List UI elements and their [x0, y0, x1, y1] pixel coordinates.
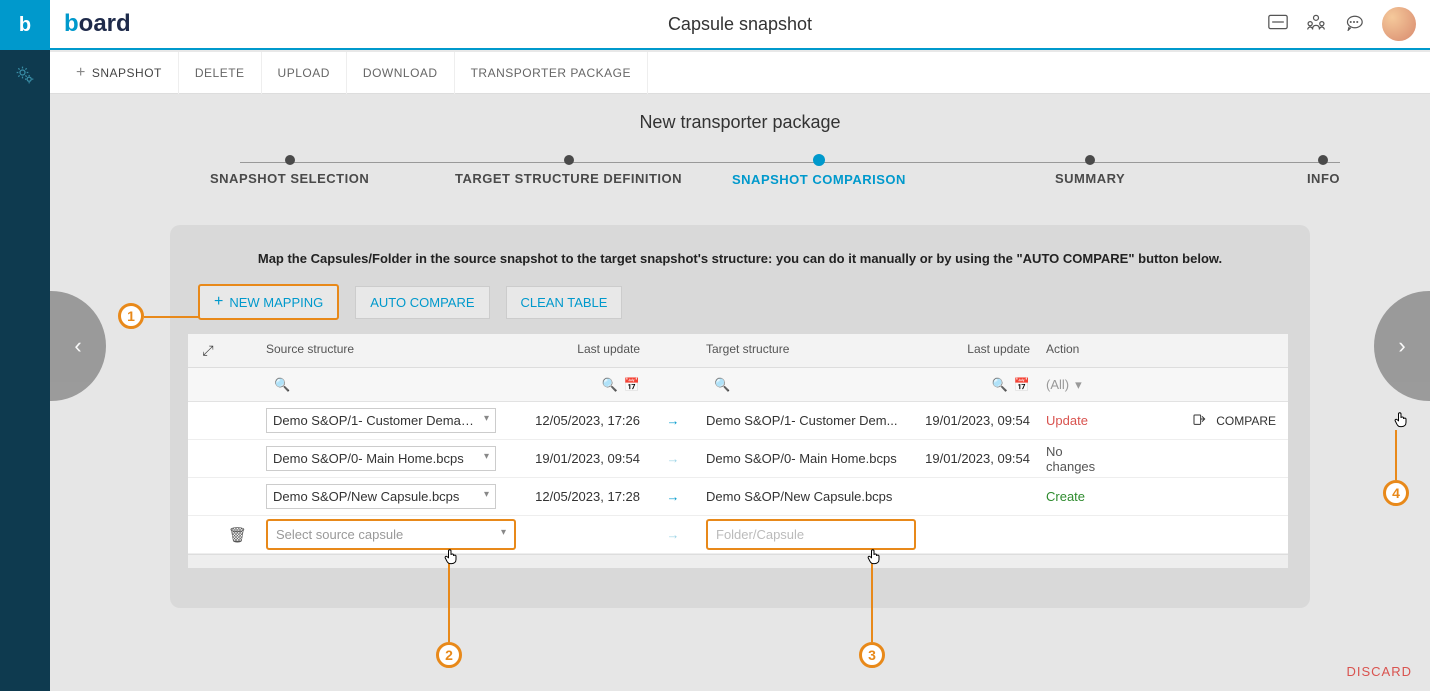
cursor-hand-icon — [1391, 408, 1411, 430]
target-update — [908, 489, 1038, 505]
col-action: Action — [1038, 334, 1118, 367]
new-mapping-button[interactable]: +NEW MAPPING — [198, 284, 339, 320]
transporter-package-button[interactable]: TRANSPORTER PACKAGE — [455, 52, 648, 94]
target-capsule-input[interactable]: Folder/Capsule — [706, 519, 916, 550]
source-capsule-select[interactable]: Demo S&OP/1- Customer Deman... — [266, 408, 496, 433]
panel-description: Map the Capsules/Folder in the source sn… — [188, 245, 1292, 284]
cursor-hand-icon — [864, 545, 884, 567]
col-source-update: Last update — [518, 334, 648, 367]
table-row: Demo S&OP/1- Customer Deman... 12/05/202… — [188, 402, 1288, 440]
action-label: No changes — [1038, 436, 1118, 482]
compare-button[interactable]: COMPARE — [1118, 405, 1288, 437]
search-icon[interactable]: 🔍 — [992, 377, 1008, 393]
source-update: 12/05/2023, 17:26 — [518, 405, 648, 436]
source-capsule-select[interactable]: Demo S&OP/0- Main Home.bcps — [266, 446, 496, 471]
avatar[interactable] — [1382, 7, 1416, 41]
annotation-badge-4: 4 — [1383, 480, 1409, 506]
step-snapshot-comparison[interactable]: SNAPSHOT COMPARISON — [732, 155, 906, 187]
auto-compare-button[interactable]: AUTO COMPARE — [355, 286, 489, 319]
clean-table-button[interactable]: CLEAN TABLE — [506, 286, 623, 319]
annotation-badge-3: 3 — [859, 642, 885, 668]
plus-icon: + — [214, 294, 223, 310]
brand-logo: board — [64, 10, 131, 38]
card-icon[interactable] — [1268, 14, 1288, 35]
chevron-down-icon: ▾ — [1075, 377, 1082, 393]
source-update: 19/01/2023, 09:54 — [518, 443, 648, 474]
action-label: Create — [1038, 481, 1118, 512]
search-icon[interactable]: 🔍 — [602, 377, 618, 393]
settings-gears-icon[interactable] — [0, 50, 50, 100]
annotation-badge-1: 1 — [118, 303, 144, 329]
step-snapshot-selection[interactable]: SNAPSHOT SELECTION — [210, 155, 369, 186]
wizard-title: New transporter package — [50, 94, 1430, 155]
delete-row-icon[interactable]: 🗑 — [228, 527, 247, 544]
target-capsule: Demo S&OP/New Capsule.bcps — [698, 481, 908, 512]
step-target-structure[interactable]: TARGET STRUCTURE DEFINITION — [455, 155, 682, 186]
action-toolbar: +SNAPSHOT DELETE UPLOAD DOWNLOAD TRANSPO… — [50, 52, 1430, 94]
search-icon[interactable]: 🔍 — [266, 377, 298, 392]
delete-button[interactable]: DELETE — [179, 52, 262, 94]
expand-icon[interactable]: ⤢ — [202, 342, 213, 358]
snapshot-button[interactable]: +SNAPSHOT — [60, 52, 179, 94]
col-target: Target structure — [698, 334, 908, 367]
cursor-hand-icon — [441, 545, 461, 567]
action-filter[interactable]: (All)▾ — [1038, 369, 1118, 401]
col-source: Source structure — [258, 334, 518, 367]
new-mapping-row: 🗑 Select source capsule → Folder/Capsule — [188, 516, 1288, 554]
wizard-stepper: SNAPSHOT SELECTION TARGET STRUCTURE DEFI… — [110, 155, 1370, 203]
mapping-table: ⤢ Source structure Last update Target st… — [188, 334, 1288, 568]
calendar-icon[interactable]: 📅 — [624, 377, 640, 393]
chat-icon[interactable] — [1344, 13, 1364, 36]
calendar-icon[interactable]: 📅 — [1014, 377, 1030, 393]
discard-button[interactable]: DISCARD — [1346, 664, 1412, 679]
arrow-icon: → — [648, 451, 698, 466]
download-button[interactable]: DOWNLOAD — [347, 52, 455, 94]
source-update: 12/05/2023, 17:28 — [518, 481, 648, 512]
upload-button[interactable]: UPLOAD — [262, 52, 347, 94]
arrow-icon: → — [648, 527, 698, 542]
compare-icon — [1192, 413, 1208, 429]
step-summary[interactable]: SUMMARY — [1055, 155, 1125, 186]
target-capsule: Demo S&OP/1- Customer Dem... — [698, 405, 908, 436]
community-icon[interactable] — [1306, 13, 1326, 36]
step-info[interactable]: INFO — [1307, 155, 1340, 186]
action-label: Update — [1038, 405, 1118, 436]
search-icon[interactable]: 🔍 — [706, 377, 738, 392]
plus-icon: + — [76, 52, 86, 94]
arrow-icon: → — [648, 489, 698, 504]
source-capsule-select[interactable]: Demo S&OP/New Capsule.bcps — [266, 484, 496, 509]
arrow-icon: → — [648, 413, 698, 428]
page-title: Capsule snapshot — [50, 14, 1430, 35]
table-row: Demo S&OP/0- Main Home.bcps 19/01/2023, … — [188, 440, 1288, 478]
target-update: 19/01/2023, 09:54 — [908, 405, 1038, 436]
app-logo-square[interactable]: b — [0, 0, 50, 50]
target-capsule: Demo S&OP/0- Main Home.bcps — [698, 443, 908, 474]
source-capsule-select[interactable]: Select source capsule — [266, 519, 516, 550]
annotation-badge-2: 2 — [436, 642, 462, 668]
col-target-update: Last update — [908, 334, 1038, 367]
target-update: 19/01/2023, 09:54 — [908, 443, 1038, 474]
